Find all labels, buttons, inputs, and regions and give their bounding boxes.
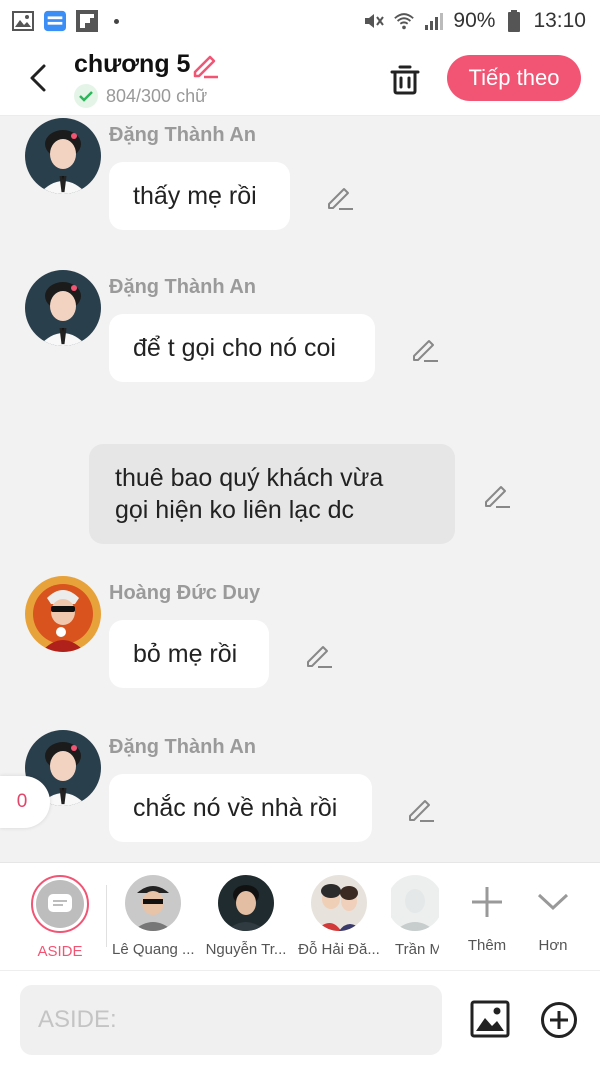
sender-name: Đặng Thành An: [109, 736, 257, 758]
check-circle-icon: [74, 84, 98, 108]
word-count: 804/300 chữ: [74, 84, 207, 108]
divider: [106, 885, 107, 947]
edit-message-pencil-icon[interactable]: [410, 334, 440, 364]
character-item[interactable]: Đỗ Hải Đă...: [298, 875, 380, 958]
character-label: Nguyễn Tr...: [205, 941, 287, 958]
editor-header: chương 5 804/300 chữ Tiếp theo: [0, 42, 600, 116]
next-button[interactable]: Tiếp theo: [447, 55, 581, 101]
avatar[interactable]: [25, 576, 101, 652]
edit-message-pencil-icon[interactable]: [325, 182, 355, 212]
wifi-icon: [393, 10, 415, 32]
character-item[interactable]: Lê Quang ...: [112, 875, 194, 958]
battery-icon: [503, 10, 525, 32]
chapter-title[interactable]: chương 5: [74, 50, 190, 79]
more-characters-button[interactable]: Hơn: [512, 875, 594, 954]
edit-message-pencil-icon[interactable]: [482, 480, 512, 510]
character-item[interactable]: Nguyễn Tr...: [205, 875, 287, 958]
character-label: Lê Quang ...: [112, 941, 194, 958]
back-button[interactable]: [20, 60, 56, 96]
battery-percent: 90%: [453, 9, 496, 32]
aside-bubble[interactable]: thuê bao quý khách vừa gọi hiện ko liên …: [89, 444, 455, 544]
character-label: ASIDE: [37, 943, 83, 960]
clock: 13:10: [533, 9, 586, 32]
input-bar: [0, 970, 600, 1067]
trash-icon: [390, 65, 420, 95]
insert-image-button[interactable]: [470, 999, 510, 1039]
avatar: [311, 875, 367, 931]
character-selector-bar: ASIDE Lê Quang ... Nguyễn Tr... Đỗ Hải Đ…: [0, 862, 600, 970]
gallery-icon: [12, 10, 34, 32]
word-count-text: 804/300 chữ: [106, 85, 208, 106]
character-label: Trần M: [395, 941, 439, 958]
avatar: [391, 875, 439, 931]
status-left-icons: [12, 10, 119, 32]
status-right: 90% 13:10: [363, 9, 586, 33]
mute-icon: [363, 10, 385, 32]
chevron-left-icon: [30, 64, 46, 92]
plus-circle-icon: [541, 1002, 577, 1038]
image-icon: [470, 1000, 510, 1038]
edit-message-pencil-icon[interactable]: [304, 640, 334, 670]
message-bubble[interactable]: thấy mẹ rồi: [109, 162, 290, 230]
notification-dot: [114, 18, 119, 24]
avatar[interactable]: [25, 118, 101, 194]
character-item[interactable]: Trần M: [391, 875, 439, 958]
chat-area: Đặng Thành An thấy mẹ rồi Đặng Thành An …: [0, 116, 600, 862]
character-aside[interactable]: ASIDE: [19, 875, 101, 960]
edit-message-pencil-icon[interactable]: [406, 794, 436, 824]
edit-title-pencil-icon[interactable]: [190, 50, 220, 80]
noveltoon-app-icon: [44, 10, 66, 32]
aside-text: thuê bao quý khách vừa gọi hiện ko liên …: [115, 464, 384, 524]
character-label: Đỗ Hải Đă...: [298, 941, 380, 958]
side-count-badge[interactable]: 0: [0, 776, 50, 828]
message-bubble[interactable]: bỏ mẹ rồi: [109, 620, 269, 688]
chevron-down-icon: [537, 893, 569, 911]
message-bubble[interactable]: chắc nó về nhà rồi: [109, 774, 372, 842]
avatar: [125, 875, 181, 931]
chat-bubble-icon: [48, 894, 72, 912]
message-input[interactable]: [20, 985, 442, 1055]
sender-name: Đặng Thành An: [109, 276, 257, 298]
sender-name: Đặng Thành An: [109, 124, 257, 146]
status-bar: 90% 13:10: [0, 0, 600, 42]
add-button[interactable]: [540, 1001, 578, 1039]
aside-avatar: [31, 875, 89, 933]
plus-icon: [472, 887, 502, 917]
avatar: [218, 875, 274, 931]
character-label: Hơn: [538, 937, 568, 954]
sender-name: Hoàng Đức Duy: [109, 582, 261, 604]
signal-icon: [423, 10, 445, 32]
message-bubble[interactable]: để t gọi cho nó coi: [109, 314, 375, 382]
flipboard-icon: [76, 10, 98, 32]
delete-button[interactable]: [386, 60, 424, 98]
avatar[interactable]: [25, 270, 101, 346]
